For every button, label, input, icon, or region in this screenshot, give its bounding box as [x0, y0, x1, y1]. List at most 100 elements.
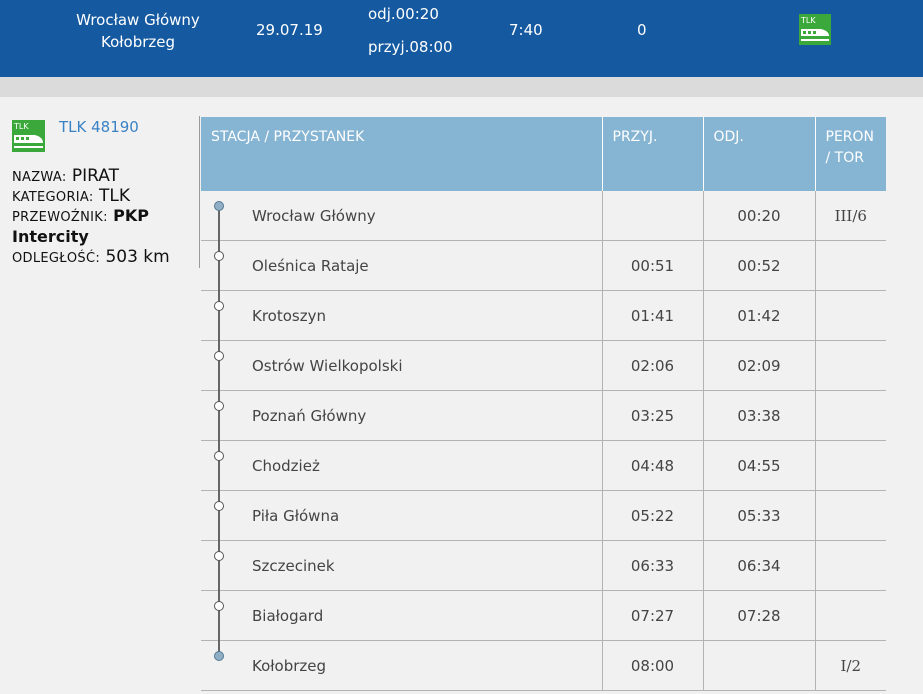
train-carrier-row: PRZEWOŹNIK: PKP [12, 206, 149, 226]
departure-time: 04:55 [703, 440, 816, 491]
header-departure: ODJ. [703, 117, 816, 191]
train-distance-row: ODLEGŁOŚĆ: 503 km [12, 247, 170, 267]
arrival-time: przyj.08:00 [368, 38, 453, 56]
train-category-label: KATEGORIA: [12, 190, 94, 205]
train-category-value: TLK [98, 186, 130, 206]
departure-time: 00:20 [703, 191, 816, 241]
from-station: Wrocław Główny [76, 11, 200, 29]
table-row: Piła Główna 05:22 05:33 [201, 490, 886, 541]
station-name: Szczecinek [201, 540, 603, 591]
route-stations: Wrocław Główny Kołobrzeg [68, 9, 208, 53]
header-platform-line-1: PERON [825, 129, 875, 145]
departure-time [703, 640, 816, 691]
platform [815, 290, 886, 341]
route-timeline-line [218, 206, 220, 656]
train-carrier-row-2: Intercity [12, 227, 89, 247]
platform [815, 490, 886, 541]
arrival-time: 03:25 [602, 390, 704, 441]
stop-marker [214, 551, 224, 561]
timetable: STACJA / PRZYSTANEK PRZYJ. ODJ. PERON / … [201, 117, 886, 691]
table-row: Krotoszyn 01:41 01:42 [201, 290, 886, 341]
stop-marker [214, 401, 224, 411]
table-row: Białogard 07:27 07:28 [201, 590, 886, 641]
timetable-header-row: STACJA / PRZYSTANEK PRZYJ. ODJ. PERON / … [201, 117, 886, 191]
arrival-time: 07:27 [602, 590, 704, 641]
header-platform-line-2: / TOR [825, 150, 864, 166]
arrival-time: 04:48 [602, 440, 704, 491]
platform: III/6 [815, 191, 886, 241]
departure-time: 03:38 [703, 390, 816, 441]
tlk-train-icon: TLK [799, 14, 831, 49]
header-station: STACJA / PRZYSTANEK [201, 117, 603, 191]
table-row: Ostrów Wielkopolski 02:06 02:09 [201, 340, 886, 391]
stop-marker [214, 501, 224, 511]
departure-time: 01:42 [703, 290, 816, 341]
train-distance-label: ODLEGŁOŚĆ: [12, 251, 101, 266]
travel-duration: 7:40 [509, 21, 543, 39]
stop-marker [214, 301, 224, 311]
departure-time: 07:28 [703, 590, 816, 641]
train-category-row: KATEGORIA: TLK [12, 186, 130, 206]
arrival-time: 06:33 [602, 540, 704, 591]
stop-marker-start [214, 201, 224, 211]
platform [815, 440, 886, 491]
changes-count: 0 [637, 21, 647, 39]
departure-time: 02:09 [703, 340, 816, 391]
station-name: Oleśnica Rataje [201, 240, 603, 291]
table-row: Szczecinek 06:33 06:34 [201, 540, 886, 591]
table-row: Poznań Główny 03:25 03:38 [201, 390, 886, 441]
header-arrival: PRZYJ. [602, 117, 704, 191]
separator-bar [0, 77, 923, 97]
train-name-value: PIRAT [71, 166, 120, 186]
stop-marker [214, 251, 224, 261]
stop-marker [214, 351, 224, 361]
platform: I/2 [815, 640, 886, 691]
arrival-time: 05:22 [602, 490, 704, 541]
table-row: Kołobrzeg 08:00 I/2 [201, 640, 886, 691]
tlk-train-icon: TLK [12, 120, 45, 156]
train-distance-value: 503 km [105, 247, 170, 267]
station-name: Chodzież [201, 440, 603, 491]
train-info-panel: TLK TLK 48190 NAZWA: PIRAT KATEGORIA: TL… [0, 116, 200, 268]
to-station: Kołobrzeg [100, 33, 176, 51]
station-name: Piła Główna [201, 490, 603, 541]
arrival-time: 01:41 [602, 290, 704, 341]
table-row: Chodzież 04:48 04:55 [201, 440, 886, 491]
table-row: Oleśnica Rataje 00:51 00:52 [201, 240, 886, 291]
station-name: Poznań Główny [201, 390, 603, 441]
platform [815, 540, 886, 591]
header-platform: PERON / TOR [815, 117, 886, 191]
platform [815, 390, 886, 441]
stop-marker-end [214, 651, 224, 661]
platform [815, 590, 886, 641]
station-name: Kołobrzeg [201, 640, 603, 691]
train-carrier-value: PKP [113, 206, 150, 225]
departure-time: 05:33 [703, 490, 816, 541]
arrival-time: 00:51 [602, 240, 704, 291]
svg-text:TLK: TLK [13, 122, 29, 131]
station-name: Wrocław Główny [201, 191, 603, 241]
train-name-label: NAZWA: [12, 170, 67, 185]
station-name: Ostrów Wielkopolski [201, 340, 603, 391]
platform [815, 240, 886, 291]
travel-date: 29.07.19 [256, 21, 323, 39]
station-name: Białogard [201, 590, 603, 641]
stop-marker [214, 451, 224, 461]
departure-time: odj.00:20 [368, 5, 439, 23]
departure-time: 00:52 [703, 240, 816, 291]
station-name: Krotoszyn [201, 290, 603, 341]
svg-text:TLK: TLK [800, 16, 816, 25]
arrival-time: 02:06 [602, 340, 704, 391]
travel-times: odj.00:20 przyj.08:00 [368, 0, 453, 64]
stop-marker [214, 601, 224, 611]
connection-summary-bar[interactable]: Wrocław Główny Kołobrzeg 29.07.19 odj.00… [0, 0, 923, 77]
train-name-row: NAZWA: PIRAT [12, 166, 119, 186]
train-carrier-label: PRZEWOŹNIK: [12, 210, 108, 225]
train-carrier-value-2: Intercity [12, 227, 89, 246]
train-number-link[interactable]: TLK 48190 [59, 118, 139, 136]
departure-time: 06:34 [703, 540, 816, 591]
arrival-time [602, 191, 704, 241]
arrival-time: 08:00 [602, 640, 704, 691]
table-row: Wrocław Główny 00:20 III/6 [201, 191, 886, 241]
platform [815, 340, 886, 391]
